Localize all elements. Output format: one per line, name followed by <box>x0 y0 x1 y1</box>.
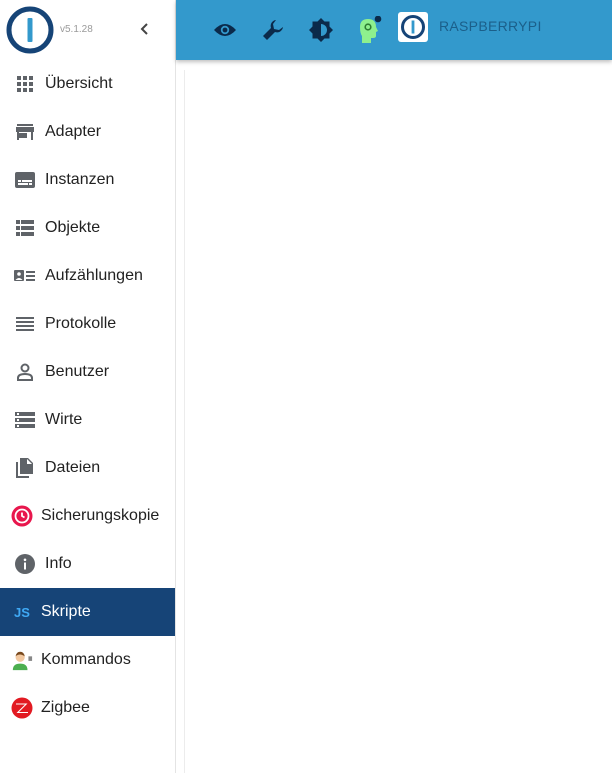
host-logo <box>398 12 428 42</box>
iobroker-logo[interactable] <box>5 5 55 55</box>
files-icon <box>14 457 36 479</box>
sidebar-item-label: Objekte <box>45 219 101 236</box>
sidebar-item-sicherungskopie[interactable]: Sicherungskopie <box>0 492 175 540</box>
sidebar-item-wirte[interactable]: Wirte <box>0 396 175 444</box>
sidebar-item-label: Kommandos <box>41 651 131 668</box>
sidebar-item-label: Sicherungskopie <box>41 507 160 524</box>
sidebar-item-instanzen[interactable]: Instanzen <box>0 156 175 204</box>
sidebar-item-label: Benutzer <box>45 363 110 380</box>
sidebar-item-kommandos[interactable]: Kommandos <box>0 636 175 684</box>
sidebar-item-label: Zigbee <box>41 699 90 716</box>
eye-icon <box>214 24 236 36</box>
zigbee-icon <box>11 697 33 719</box>
info-icon <box>14 553 36 575</box>
sidebar-item-adapter[interactable]: Adapter <box>0 108 175 156</box>
top-toolbar: RASPBERRYPI <box>176 0 612 60</box>
sidebar-nav: Übersicht Adapter Instanzen Objekte Aufz… <box>0 60 175 732</box>
svg-text:JS: JS <box>14 605 30 620</box>
sidebar-item-label: Protokolle <box>45 315 117 332</box>
sidebar-item-label: Übersicht <box>45 75 113 92</box>
sidebar-item-label: Instanzen <box>45 171 115 188</box>
expert-mode-button[interactable] <box>354 15 384 45</box>
sidebar-item-label: Info <box>45 555 72 572</box>
lines-icon <box>14 313 36 335</box>
sidebar-item-dateien[interactable]: Dateien <box>0 444 175 492</box>
main-content-area <box>184 70 612 773</box>
js-icon: JS <box>11 601 33 623</box>
wrench-icon <box>263 20 283 40</box>
iobroker-logo <box>401 15 425 39</box>
brightness-icon <box>309 18 333 42</box>
sidebar-item-protokolle[interactable]: Protokolle <box>0 300 175 348</box>
theme-toggle-button[interactable] <box>306 15 336 45</box>
sidebar-item-uebersicht[interactable]: Übersicht <box>0 60 175 108</box>
sidebar-item-benutzer[interactable]: Benutzer <box>0 348 175 396</box>
sidebar-item-label: Adapter <box>45 123 102 140</box>
instances-icon <box>14 169 36 191</box>
sidebar-item-skripte[interactable]: JS Skripte <box>0 588 175 636</box>
user-icon <box>14 361 36 383</box>
sidebar-item-aufzaehlungen[interactable]: Aufzählungen <box>0 252 175 300</box>
enums-icon <box>14 265 36 287</box>
chevron-left-icon <box>140 23 148 35</box>
hosts-icon <box>14 409 36 431</box>
grid-icon <box>14 73 36 95</box>
sidebar-item-objekte[interactable]: Objekte <box>0 204 175 252</box>
sidebar-item-label: Wirte <box>45 411 83 428</box>
sidebar-brand: v5.1.28 <box>0 0 175 60</box>
backup-clock-icon <box>11 505 33 527</box>
sidebar-item-info[interactable]: Info <box>0 540 175 588</box>
sidebar-item-label: Aufzählungen <box>45 267 143 284</box>
settings-button[interactable] <box>258 15 288 45</box>
person-command-icon <box>11 649 33 671</box>
sidebar-item-label: Skripte <box>41 603 91 620</box>
list-icon <box>14 217 36 239</box>
version-label: v5.1.28 <box>60 24 93 35</box>
host-name: RASPBERRYPI <box>439 18 542 34</box>
toggle-visibility-button[interactable] <box>210 15 240 45</box>
sidebar: v5.1.28 Übersicht Adapter Instanzen Obje… <box>0 0 176 773</box>
sidebar-item-label: Dateien <box>45 459 101 476</box>
store-icon <box>14 121 36 143</box>
expert-head-icon <box>360 16 382 43</box>
collapse-sidebar-button[interactable] <box>134 18 156 40</box>
sidebar-item-zigbee[interactable]: Zigbee <box>0 684 175 732</box>
